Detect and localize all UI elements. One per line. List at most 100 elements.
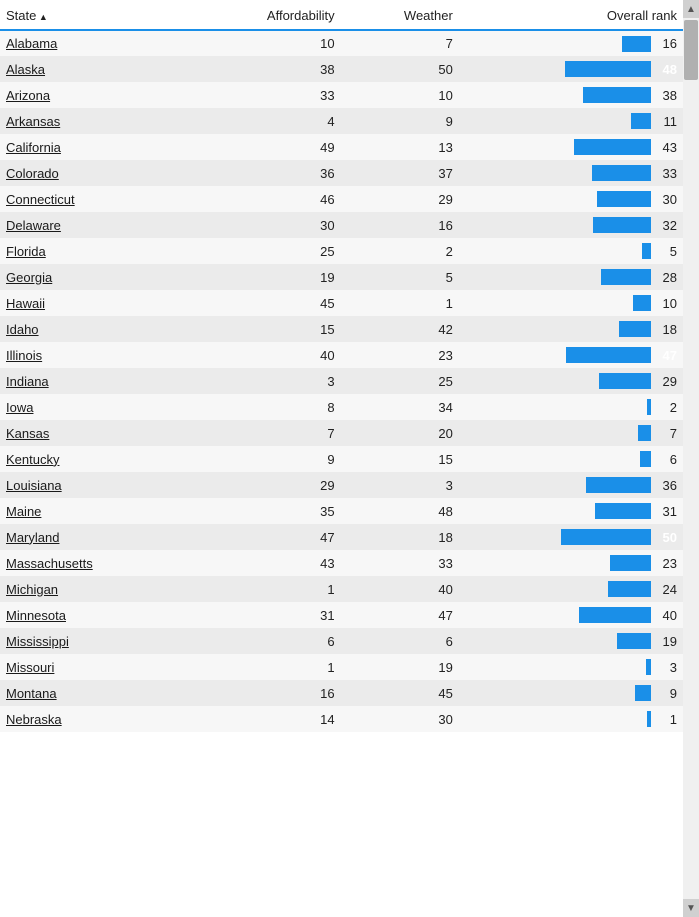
rank-bar bbox=[617, 633, 651, 649]
scrollbar[interactable]: ▲ ▼ bbox=[683, 0, 699, 917]
weather-value: 19 bbox=[355, 654, 473, 680]
rank-bar bbox=[565, 61, 651, 77]
rank-number: 16 bbox=[655, 36, 677, 51]
weather-value: 13 bbox=[355, 134, 473, 160]
state-name[interactable]: Montana bbox=[0, 680, 210, 706]
table-body: Alabama 10 7 16 Alaska 38 50 48 Arizona … bbox=[0, 30, 683, 732]
overall-rank-cell: 47 bbox=[473, 342, 683, 368]
rank-bar bbox=[599, 373, 651, 389]
state-name[interactable]: Florida bbox=[0, 238, 210, 264]
rank-bar bbox=[586, 477, 651, 493]
table-row: California 49 13 43 bbox=[0, 134, 683, 160]
weather-value: 10 bbox=[355, 82, 473, 108]
state-name[interactable]: Alabama bbox=[0, 30, 210, 56]
table-row: Arkansas 4 9 11 bbox=[0, 108, 683, 134]
state-name[interactable]: Minnesota bbox=[0, 602, 210, 628]
state-name[interactable]: Maryland bbox=[0, 524, 210, 550]
affordability-value: 16 bbox=[210, 680, 354, 706]
overall-rank-cell: 50 bbox=[473, 524, 683, 550]
rank-number: 48 bbox=[655, 62, 677, 77]
overall-rank-cell: 16 bbox=[473, 30, 683, 56]
affordability-value: 9 bbox=[210, 446, 354, 472]
state-name[interactable]: Mississippi bbox=[0, 628, 210, 654]
weather-column-header[interactable]: Weather bbox=[355, 0, 473, 30]
state-name[interactable]: Indiana bbox=[0, 368, 210, 394]
state-name[interactable]: California bbox=[0, 134, 210, 160]
scroll-down-button[interactable]: ▼ bbox=[683, 899, 699, 917]
data-table: State Affordability Weather Overall rank… bbox=[0, 0, 683, 732]
weather-value: 6 bbox=[355, 628, 473, 654]
weather-value: 23 bbox=[355, 342, 473, 368]
state-name[interactable]: Illinois bbox=[0, 342, 210, 368]
state-name[interactable]: Kansas bbox=[0, 420, 210, 446]
overall-rank-cell: 31 bbox=[473, 498, 683, 524]
rank-number: 38 bbox=[655, 88, 677, 103]
affordability-value: 10 bbox=[210, 30, 354, 56]
table-row: Maryland 47 18 50 bbox=[0, 524, 683, 550]
affordability-value: 43 bbox=[210, 550, 354, 576]
state-name[interactable]: Iowa bbox=[0, 394, 210, 420]
rank-bar bbox=[592, 165, 651, 181]
table-row: Alaska 38 50 48 bbox=[0, 56, 683, 82]
affordability-value: 1 bbox=[210, 654, 354, 680]
table-row: Montana 16 45 9 bbox=[0, 680, 683, 706]
table-row: Arizona 33 10 38 bbox=[0, 82, 683, 108]
affordability-value: 15 bbox=[210, 316, 354, 342]
state-name[interactable]: Connecticut bbox=[0, 186, 210, 212]
rank-number: 23 bbox=[655, 556, 677, 571]
overall-rank-cell: 18 bbox=[473, 316, 683, 342]
weather-value: 3 bbox=[355, 472, 473, 498]
weather-value: 47 bbox=[355, 602, 473, 628]
state-name[interactable]: Nebraska bbox=[0, 706, 210, 732]
table-row: Colorado 36 37 33 bbox=[0, 160, 683, 186]
state-name[interactable]: Georgia bbox=[0, 264, 210, 290]
table-row: Missouri 1 19 3 bbox=[0, 654, 683, 680]
rank-number: 1 bbox=[655, 712, 677, 727]
weather-value: 50 bbox=[355, 56, 473, 82]
state-name[interactable]: Arizona bbox=[0, 82, 210, 108]
table-row: Florida 25 2 5 bbox=[0, 238, 683, 264]
rank-number: 47 bbox=[655, 348, 677, 363]
overall-rank-cell: 6 bbox=[473, 446, 683, 472]
affordability-value: 47 bbox=[210, 524, 354, 550]
header-row: State Affordability Weather Overall rank bbox=[0, 0, 683, 30]
state-name[interactable]: Michigan bbox=[0, 576, 210, 602]
overall-column-header[interactable]: Overall rank bbox=[473, 0, 683, 30]
scrollbar-thumb[interactable] bbox=[684, 20, 698, 80]
rank-number: 6 bbox=[655, 452, 677, 467]
affordability-column-header[interactable]: Affordability bbox=[210, 0, 354, 30]
state-name[interactable]: Massachusetts bbox=[0, 550, 210, 576]
affordability-value: 40 bbox=[210, 342, 354, 368]
affordability-value: 6 bbox=[210, 628, 354, 654]
weather-value: 20 bbox=[355, 420, 473, 446]
weather-value: 48 bbox=[355, 498, 473, 524]
overall-rank-cell: 43 bbox=[473, 134, 683, 160]
table-row: Alabama 10 7 16 bbox=[0, 30, 683, 56]
rank-bar bbox=[583, 87, 651, 103]
state-name[interactable]: Maine bbox=[0, 498, 210, 524]
overall-rank-cell: 7 bbox=[473, 420, 683, 446]
state-name[interactable]: Colorado bbox=[0, 160, 210, 186]
state-name[interactable]: Kentucky bbox=[0, 446, 210, 472]
rank-number: 19 bbox=[655, 634, 677, 649]
weather-value: 18 bbox=[355, 524, 473, 550]
overall-rank-cell: 33 bbox=[473, 160, 683, 186]
rank-bar bbox=[647, 399, 651, 415]
table-row: Massachusetts 43 33 23 bbox=[0, 550, 683, 576]
state-name[interactable]: Arkansas bbox=[0, 108, 210, 134]
state-column-header[interactable]: State bbox=[0, 0, 210, 30]
overall-rank-cell: 3 bbox=[473, 654, 683, 680]
state-name[interactable]: Louisiana bbox=[0, 472, 210, 498]
rank-bar bbox=[597, 191, 651, 207]
affordability-value: 30 bbox=[210, 212, 354, 238]
state-name[interactable]: Alaska bbox=[0, 56, 210, 82]
overall-rank-cell: 2 bbox=[473, 394, 683, 420]
state-name[interactable]: Idaho bbox=[0, 316, 210, 342]
state-name[interactable]: Delaware bbox=[0, 212, 210, 238]
table-row: Iowa 8 34 2 bbox=[0, 394, 683, 420]
state-name[interactable]: Missouri bbox=[0, 654, 210, 680]
rank-number: 24 bbox=[655, 582, 677, 597]
affordability-value: 38 bbox=[210, 56, 354, 82]
scroll-up-button[interactable]: ▲ bbox=[683, 0, 699, 18]
state-name[interactable]: Hawaii bbox=[0, 290, 210, 316]
